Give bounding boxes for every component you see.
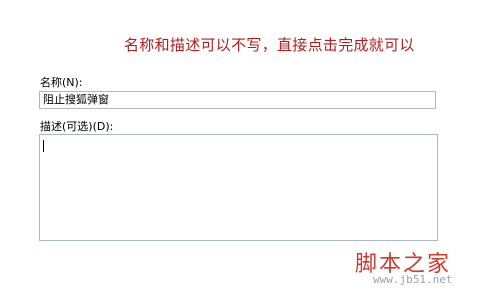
site-watermark: 脚本之家 www.jb51.net	[355, 246, 475, 291]
name-field[interactable]: 阻止搜狐弹窗	[39, 91, 436, 109]
description-field-label: 描述(可选)(D):	[40, 120, 114, 133]
name-field-label: 名称(N):	[40, 76, 83, 89]
description-field[interactable]	[39, 134, 438, 241]
text-caret	[43, 140, 44, 152]
watermark-url-text: www.jb51.net	[373, 273, 453, 286]
instruction-annotation: 名称和描述可以不写，直接点击完成就可以	[124, 36, 415, 54]
